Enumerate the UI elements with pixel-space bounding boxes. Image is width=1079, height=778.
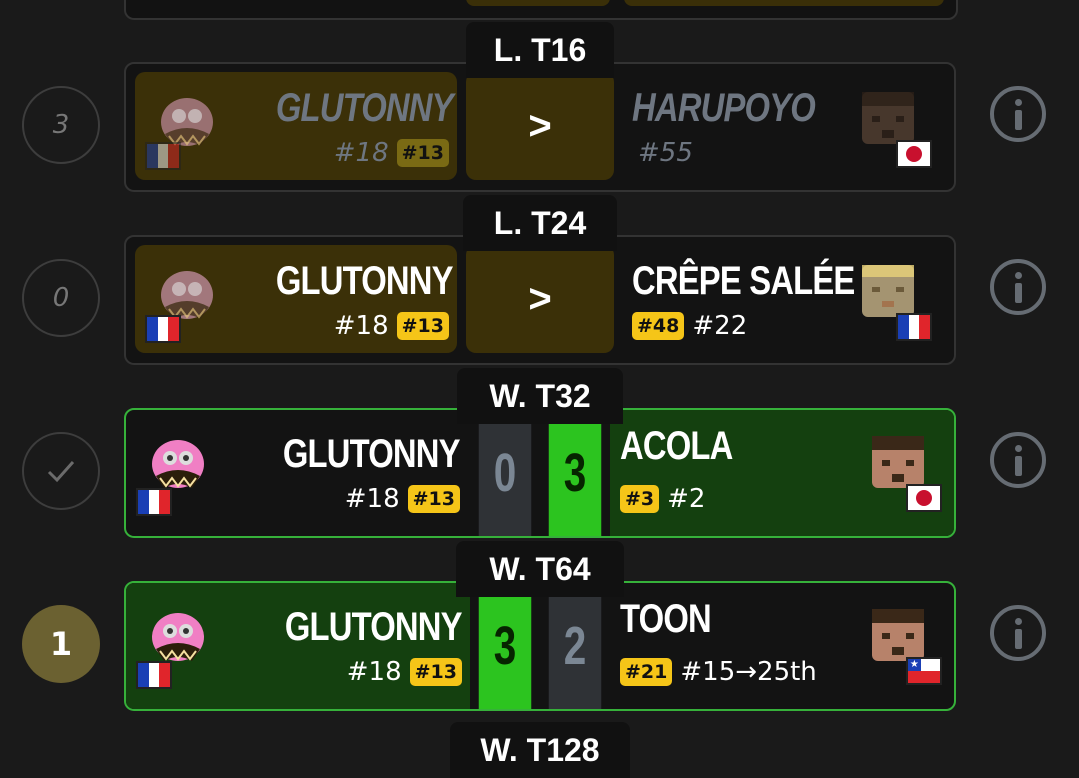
match-row[interactable]: 0 GLUTONNY #18 #13 > CRÊPE SALÉE #48 #22…: [0, 195, 1079, 365]
right-player-tag-badge: #48: [632, 312, 685, 340]
match-row[interactable]: GLUTONNY #18 #13 0 3 ACOLA #3 #2 W. T32: [0, 368, 1079, 538]
chile-flag-icon: ★: [906, 657, 942, 685]
left-player-seeding: #18 #13: [347, 657, 462, 687]
right-player-score: 3: [548, 410, 602, 536]
france-flag-icon: [136, 488, 172, 516]
left-player-seed: #18: [333, 311, 389, 341]
previous-match-right-panel: [624, 0, 944, 6]
right-player-seeding: #48 #22: [632, 311, 747, 341]
match-card[interactable]: GLUTONNY #18 #13 0 3 ACOLA #3 #2: [124, 408, 956, 538]
match-center: >: [466, 245, 614, 353]
right-player-panel: HARUPOYO #55: [624, 72, 946, 180]
right-player-seed: #2: [667, 484, 706, 514]
previous-match-center: [466, 0, 610, 6]
left-player-name: GLUTONNY: [276, 259, 454, 303]
left-player-seed: #18: [346, 657, 402, 687]
right-player-tag-badge: #21: [620, 658, 673, 686]
match-stage-label: W. T32: [457, 368, 623, 424]
left-player-seeding: #18 #13: [334, 138, 449, 168]
right-player-name: CRÊPE SALÉE: [632, 259, 855, 303]
right-player-score: 2: [548, 583, 602, 709]
left-player-name: GLUTONNY: [285, 605, 463, 649]
left-player-tag-badge: #13: [396, 139, 449, 167]
match-row[interactable]: 1 GLUTONNY #18 #13 3 2 TOON #21 #15→25th…: [0, 541, 1079, 711]
match-card[interactable]: GLUTONNY #18 #13 > HARUPOYO #55: [124, 62, 956, 192]
match-card[interactable]: GLUTONNY #18 #13 > CRÊPE SALÉE #48 #22: [124, 235, 956, 365]
left-player-seed: #18: [333, 138, 389, 168]
match-stage-label: W. T128: [450, 722, 630, 778]
left-player-panel: GLUTONNY #18 #13: [126, 410, 468, 536]
mii-avatar-icon: [872, 609, 924, 661]
right-player-seeding: #55: [638, 138, 693, 168]
match-status-badge: 0: [22, 259, 100, 337]
previous-match-card: [124, 0, 958, 20]
info-icon[interactable]: [990, 432, 1046, 488]
match-card[interactable]: GLUTONNY #18 #13 3 2 TOON #21 #15→25th ★: [124, 581, 956, 711]
match-row[interactable]: 3 GLUTONNY #18 #13 > HARUPOYO #55 L. T16: [0, 22, 1079, 192]
france-flag-icon: [145, 142, 181, 170]
match-status-badge: 3: [22, 86, 100, 164]
right-player-name: HARUPOYO: [632, 86, 816, 130]
left-player-score: 3: [478, 583, 532, 709]
match-stage-label: W. T64: [456, 541, 624, 597]
right-player-seeding: #3 #2: [620, 484, 705, 514]
right-player-name: ACOLA: [620, 424, 733, 468]
right-player-seed: #15→25th: [680, 657, 817, 687]
left-player-panel: GLUTONNY #18 #13: [135, 72, 457, 180]
japan-flag-icon: [896, 140, 932, 168]
left-player-tag-badge: #13: [409, 658, 462, 686]
left-player-seed: #18: [344, 484, 400, 514]
right-player-panel: ACOLA #3 #2: [610, 410, 954, 536]
right-player-tag-badge: #3: [620, 485, 660, 513]
france-flag-icon: [136, 661, 172, 689]
mii-avatar-icon: [872, 436, 924, 488]
match-center: >: [466, 72, 614, 180]
france-flag-icon: [145, 315, 181, 343]
match-status-badge: 1: [22, 605, 100, 683]
right-player-name: TOON: [620, 597, 712, 641]
left-player-tag-badge: #13: [396, 312, 449, 340]
check-icon: [22, 432, 100, 510]
left-player-panel: GLUTONNY #18 #13: [135, 245, 457, 353]
right-player-seed: #22: [692, 311, 748, 341]
left-player-name: GLUTONNY: [283, 432, 461, 476]
left-player-seeding: #18 #13: [345, 484, 460, 514]
france-flag-icon: [896, 313, 932, 341]
left-player-score: 0: [478, 410, 532, 536]
right-player-seeding: #21 #15→25th: [620, 657, 817, 687]
mii-avatar-icon: [862, 92, 914, 144]
left-player-tag-badge: #13: [407, 485, 460, 513]
info-icon[interactable]: [990, 86, 1046, 142]
match-stage-label: L. T24: [463, 195, 617, 251]
left-player-panel: GLUTONNY #18 #13: [126, 583, 470, 709]
japan-flag-icon: [906, 484, 942, 512]
match-stage-label: L. T16: [466, 22, 614, 78]
info-icon[interactable]: [990, 605, 1046, 661]
right-player-panel: CRÊPE SALÉE #48 #22: [624, 245, 946, 353]
right-player-seed: #55: [638, 138, 693, 168]
info-icon[interactable]: [990, 259, 1046, 315]
match-row[interactable]: W. T128: [0, 722, 1079, 778]
left-player-name: GLUTONNY: [276, 86, 454, 130]
mii-avatar-icon: [862, 265, 914, 317]
left-player-seeding: #18 #13: [334, 311, 449, 341]
right-player-panel: TOON #21 #15→25th ★: [610, 583, 954, 709]
